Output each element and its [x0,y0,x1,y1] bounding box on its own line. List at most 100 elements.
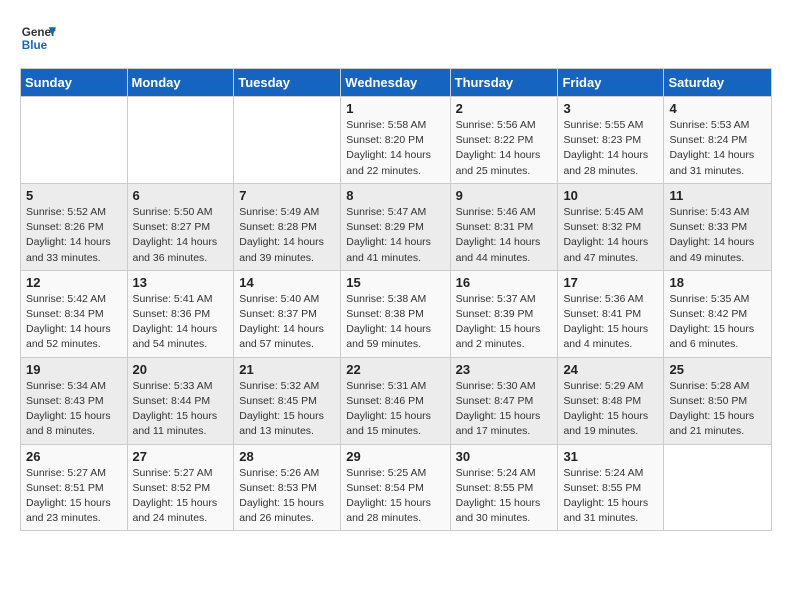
day-number: 30 [456,449,553,464]
week-row-5: 26Sunrise: 5:27 AM Sunset: 8:51 PM Dayli… [21,444,772,531]
calendar-cell: 19 Sunrise: 5:34 AM Sunset: 8:43 PM Dayli… [21,357,128,444]
day-number: 8 [346,188,444,203]
day-number: 31 [563,449,658,464]
day-header-friday: Friday [558,69,664,97]
day-number: 4 [669,101,766,116]
calendar-cell [664,444,772,531]
day-info: Sunrise: 5:45 AM Sunset: 8:32 PM Dayligh… [563,205,658,266]
calendar-cell: 13 Sunrise: 5:41 AM Sunset: 8:36 PM Dayli… [127,270,234,357]
svg-text:Blue: Blue [22,39,48,52]
day-info: Sunrise: 5:29 AM Sunset: 8:48 PM Dayligh… [563,379,658,440]
day-number: 7 [239,188,335,203]
day-number: 6 [133,188,229,203]
day-header-monday: Monday [127,69,234,97]
day-number: 15 [346,275,444,290]
day-info: Sunrise: 5:31 AM Sunset: 8:46 PM Dayligh… [346,379,444,440]
day-number: 5 [26,188,122,203]
day-number: 13 [133,275,229,290]
day-number: 9 [456,188,553,203]
calendar-cell: 29 Sunrise: 5:25 AM Sunset: 8:54 PM Dayli… [341,444,450,531]
calendar-cell: 12 Sunrise: 5:42 AM Sunset: 8:34 PM Dayli… [21,270,128,357]
day-header-thursday: Thursday [450,69,558,97]
day-number: 27 [133,449,229,464]
day-number: 11 [669,188,766,203]
day-info: Sunrise: 5:27 AM Sunset: 8:51 PM Dayligh… [26,466,122,527]
calendar-table: SundayMondayTuesdayWednesdayThursdayFrid… [20,68,772,531]
calendar-cell: 5 Sunrise: 5:52 AM Sunset: 8:26 PM Daylig… [21,183,128,270]
day-number: 12 [26,275,122,290]
day-info: Sunrise: 5:24 AM Sunset: 8:55 PM Dayligh… [456,466,553,527]
day-number: 25 [669,362,766,377]
calendar-cell: 15 Sunrise: 5:38 AM Sunset: 8:38 PM Dayli… [341,270,450,357]
days-header-row: SundayMondayTuesdayWednesdayThursdayFrid… [21,69,772,97]
day-info: Sunrise: 5:47 AM Sunset: 8:29 PM Dayligh… [346,205,444,266]
day-number: 28 [239,449,335,464]
day-info: Sunrise: 5:49 AM Sunset: 8:28 PM Dayligh… [239,205,335,266]
day-info: Sunrise: 5:41 AM Sunset: 8:36 PM Dayligh… [133,292,229,353]
day-number: 24 [563,362,658,377]
day-info: Sunrise: 5:32 AM Sunset: 8:45 PM Dayligh… [239,379,335,440]
day-info: Sunrise: 5:43 AM Sunset: 8:33 PM Dayligh… [669,205,766,266]
calendar-cell: 18 Sunrise: 5:35 AM Sunset: 8:42 PM Dayli… [664,270,772,357]
week-row-4: 19 Sunrise: 5:34 AM Sunset: 8:43 PM Dayli… [21,357,772,444]
day-info: Sunrise: 5:40 AM Sunset: 8:37 PM Dayligh… [239,292,335,353]
day-number: 18 [669,275,766,290]
calendar-cell: 4 Sunrise: 5:53 AM Sunset: 8:24 PM Daylig… [664,97,772,184]
day-number: 14 [239,275,335,290]
day-info: Sunrise: 5:52 AM Sunset: 8:26 PM Dayligh… [26,205,122,266]
calendar-cell: 24 Sunrise: 5:29 AM Sunset: 8:48 PM Dayli… [558,357,664,444]
calendar-cell: 27Sunrise: 5:27 AM Sunset: 8:52 PM Dayli… [127,444,234,531]
day-info: Sunrise: 5:56 AM Sunset: 8:22 PM Dayligh… [456,118,553,179]
day-number: 17 [563,275,658,290]
week-row-2: 5 Sunrise: 5:52 AM Sunset: 8:26 PM Daylig… [21,183,772,270]
calendar-cell: 7 Sunrise: 5:49 AM Sunset: 8:28 PM Daylig… [234,183,341,270]
day-number: 23 [456,362,553,377]
calendar-cell: 9 Sunrise: 5:46 AM Sunset: 8:31 PM Daylig… [450,183,558,270]
day-info: Sunrise: 5:42 AM Sunset: 8:34 PM Dayligh… [26,292,122,353]
calendar-cell: 17Sunrise: 5:36 AM Sunset: 8:41 PM Dayli… [558,270,664,357]
logo-icon: General Blue [20,20,56,56]
day-info: Sunrise: 5:46 AM Sunset: 8:31 PM Dayligh… [456,205,553,266]
day-info: Sunrise: 5:30 AM Sunset: 8:47 PM Dayligh… [456,379,553,440]
calendar-cell: 30 Sunrise: 5:24 AM Sunset: 8:55 PM Dayli… [450,444,558,531]
day-info: Sunrise: 5:35 AM Sunset: 8:42 PM Dayligh… [669,292,766,353]
calendar-cell: 8 Sunrise: 5:47 AM Sunset: 8:29 PM Daylig… [341,183,450,270]
calendar-cell: 31 Sunrise: 5:24 AM Sunset: 8:55 PM Dayli… [558,444,664,531]
logo: General Blue [20,20,60,56]
calendar-cell [234,97,341,184]
page-header: General Blue [20,20,772,56]
calendar-cell: 6Sunrise: 5:50 AM Sunset: 8:27 PM Daylig… [127,183,234,270]
day-info: Sunrise: 5:38 AM Sunset: 8:38 PM Dayligh… [346,292,444,353]
day-info: Sunrise: 5:37 AM Sunset: 8:39 PM Dayligh… [456,292,553,353]
calendar-cell [21,97,128,184]
calendar-cell: 16Sunrise: 5:37 AM Sunset: 8:39 PM Dayli… [450,270,558,357]
day-number: 21 [239,362,335,377]
calendar-cell: 23 Sunrise: 5:30 AM Sunset: 8:47 PM Dayli… [450,357,558,444]
calendar-cell: 22 Sunrise: 5:31 AM Sunset: 8:46 PM Dayli… [341,357,450,444]
day-number: 1 [346,101,444,116]
day-number: 2 [456,101,553,116]
week-row-3: 12 Sunrise: 5:42 AM Sunset: 8:34 PM Dayli… [21,270,772,357]
day-info: Sunrise: 5:34 AM Sunset: 8:43 PM Dayligh… [26,379,122,440]
day-number: 20 [133,362,229,377]
day-number: 19 [26,362,122,377]
day-number: 10 [563,188,658,203]
day-number: 22 [346,362,444,377]
day-header-sunday: Sunday [21,69,128,97]
day-number: 29 [346,449,444,464]
day-info: Sunrise: 5:28 AM Sunset: 8:50 PM Dayligh… [669,379,766,440]
day-info: Sunrise: 5:53 AM Sunset: 8:24 PM Dayligh… [669,118,766,179]
day-info: Sunrise: 5:58 AM Sunset: 8:20 PM Dayligh… [346,118,444,179]
calendar-cell: 20Sunrise: 5:33 AM Sunset: 8:44 PM Dayli… [127,357,234,444]
calendar-cell: 3Sunrise: 5:55 AM Sunset: 8:23 PM Daylig… [558,97,664,184]
day-info: Sunrise: 5:25 AM Sunset: 8:54 PM Dayligh… [346,466,444,527]
day-number: 3 [563,101,658,116]
calendar-cell [127,97,234,184]
day-header-tuesday: Tuesday [234,69,341,97]
week-row-1: 1 Sunrise: 5:58 AM Sunset: 8:20 PM Daylig… [21,97,772,184]
day-info: Sunrise: 5:24 AM Sunset: 8:55 PM Dayligh… [563,466,658,527]
calendar-cell: 26Sunrise: 5:27 AM Sunset: 8:51 PM Dayli… [21,444,128,531]
calendar-cell: 11 Sunrise: 5:43 AM Sunset: 8:33 PM Dayli… [664,183,772,270]
calendar-cell: 1 Sunrise: 5:58 AM Sunset: 8:20 PM Daylig… [341,97,450,184]
calendar-cell: 10 Sunrise: 5:45 AM Sunset: 8:32 PM Dayli… [558,183,664,270]
